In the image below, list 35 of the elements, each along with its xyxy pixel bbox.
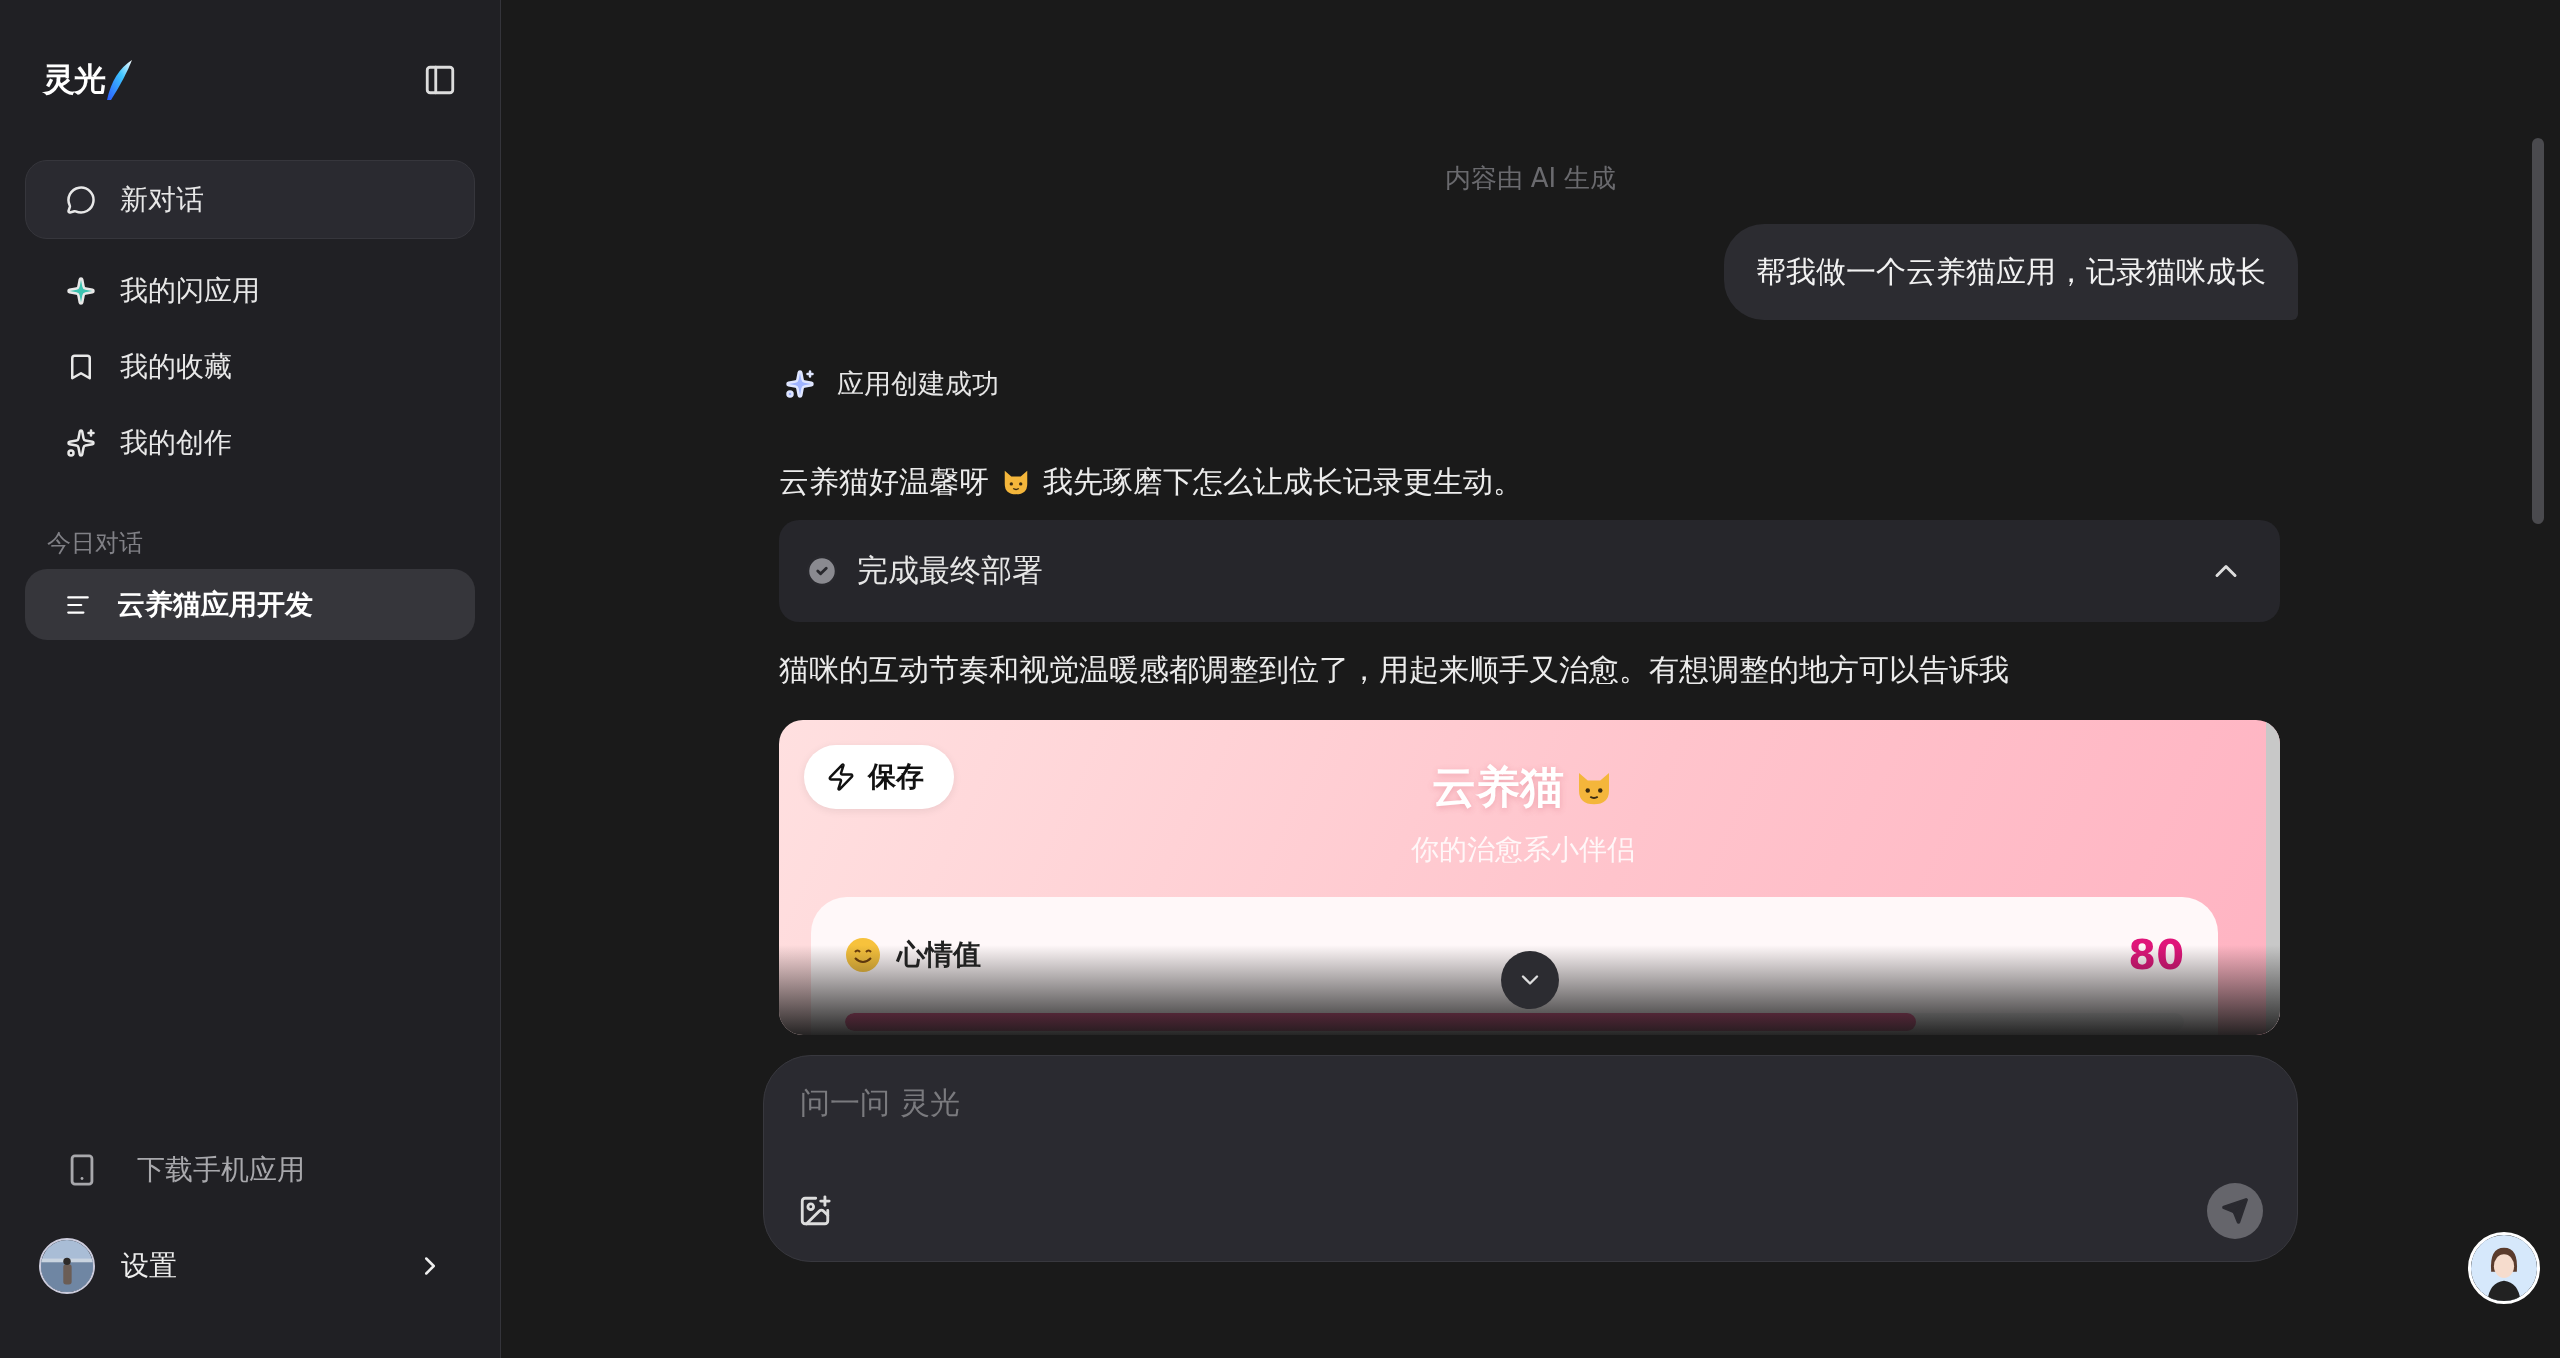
sidebar-item[interactable]: 我的创作: [25, 405, 475, 481]
sidebar-toggle-icon[interactable]: [423, 63, 457, 97]
message-input[interactable]: 问一问 灵光: [798, 1074, 2263, 1130]
swoosh-icon: [105, 58, 133, 102]
reply-text: 我先琢磨下怎么让成长记录更生动。: [1043, 462, 1523, 501]
ai-notice: 内容由 AI 生成: [1444, 162, 1617, 195]
status-text: 应用创建成功: [837, 367, 999, 401]
new-chat-button[interactable]: 新对话: [25, 160, 475, 239]
lightning-icon: [826, 762, 856, 792]
settings-button[interactable]: 设置: [25, 1226, 475, 1306]
stat-label: 心情值: [897, 937, 982, 973]
assistant-avatar[interactable]: [2468, 1232, 2540, 1304]
smiley-icon: [845, 937, 881, 973]
sparkle-icon: [66, 276, 96, 306]
step-panel[interactable]: 完成最终部署: [779, 520, 2280, 622]
reply-text: 云养猫好温馨呀: [779, 462, 989, 501]
reply-text: 猫咪的互动节奏和视觉温暖感都调整到位了，用起来顺手又治愈。有想调整的地方可以告诉我: [779, 650, 2009, 689]
chat-bubble-icon: [66, 184, 96, 215]
sparkles-icon: [66, 428, 96, 458]
sparkles-icon: [785, 369, 815, 399]
add-image-icon[interactable]: [798, 1194, 832, 1228]
save-button[interactable]: 保存: [804, 745, 954, 809]
chat-composer[interactable]: 问一问 灵光: [763, 1055, 2298, 1262]
section-title: 今日对话: [46, 528, 144, 559]
conversation-item[interactable]: 云养猫应用开发: [25, 569, 475, 640]
download-app-link[interactable]: 下载手机应用: [25, 1132, 475, 1208]
stat-value: 80: [2128, 932, 2184, 978]
user-message: 帮我做一个云养猫应用，记录猫咪成长: [1724, 224, 2298, 320]
sidebar-item[interactable]: 我的收藏: [25, 329, 475, 405]
send-icon: [2221, 1197, 2249, 1225]
step-label: 完成最终部署: [857, 551, 1044, 590]
app-logo: 灵光: [43, 59, 105, 100]
scrollbar[interactable]: [2532, 138, 2544, 524]
send-button[interactable]: [2207, 1183, 2263, 1239]
sidebar-item[interactable]: 我的闪应用: [25, 253, 475, 329]
